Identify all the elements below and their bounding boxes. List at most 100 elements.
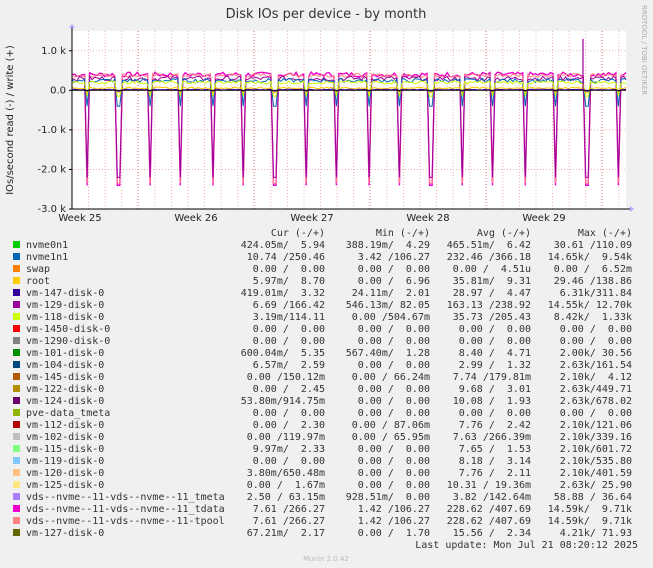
y-ticks: 1.0 k0.0-1.0 k-2.0 k-3.0 k: [38, 46, 72, 215]
legend-max: 2.10k/401.59: [560, 468, 632, 479]
y-axis-label: IOs/second read (-) / write (+): [5, 45, 16, 195]
legend-swatch: [13, 457, 20, 464]
legend-min: 1.42 /106.27: [358, 504, 430, 515]
legend-min: 1.42 /106.27: [358, 516, 430, 527]
legend-name: nvme0n1: [26, 240, 68, 251]
legend-cur: 5.97m/ 8.70: [253, 276, 325, 287]
legend-name: vm-129-disk-0: [26, 300, 104, 311]
legend-cur: 3.80m/650.48m: [247, 468, 325, 479]
legend-avg: 35.73 /205.43: [453, 312, 531, 323]
legend-row: vm-119-disk-0 0.00 / 0.00 0.00 / 0.00 8.18 …: [13, 456, 632, 467]
legend-name: vm-115-disk-0: [26, 444, 104, 455]
legend-min: 0.00 / 0.00: [358, 468, 430, 479]
legend-row: root 5.97m/ 8.70 0.00 / 6.96 35.81m/ 9.31 29…: [13, 276, 632, 287]
legend-avg: 7.76 / 2.11: [459, 468, 531, 479]
x-ticks: Week 25 Week 26 Week 27 Week 28 Week 29: [58, 213, 565, 224]
legend-avg: 9.68 / 3.01: [459, 384, 531, 395]
legend-cur: 0.00 / 2.45: [253, 384, 325, 395]
legend-row: vm-118-disk-0 3.19m/114.11 0.00 /504.67m 35…: [13, 312, 632, 323]
legend-min: 546.13m/ 82.05: [346, 300, 430, 311]
legend-avg: 7.76 / 2.42: [459, 420, 531, 431]
legend-avg: 163.13 /238.92: [447, 300, 531, 311]
legend-row: vm-102-disk-0 0.00 /119.97m 0.00 / 65.95m 7…: [13, 432, 632, 443]
legend-name: pve-data_tmeta: [26, 408, 110, 419]
col-cur: Cur (-/+): [271, 228, 325, 239]
legend-cur: 3.19m/114.11: [253, 312, 325, 323]
legend-swatch: [13, 301, 20, 308]
legend-max: 2.10k/ 4.12: [560, 372, 632, 383]
legend-max: 0.00 / 6.52m: [554, 264, 632, 275]
legend-swatch: [13, 265, 20, 272]
legend-row: vm-124-disk-0 53.80m/914.75m 0.00 / 0.00 10…: [13, 396, 632, 407]
legend-avg: 3.82 /142.64m: [453, 492, 531, 503]
legend-swatch: [13, 361, 20, 368]
legend-cur: 0.00 / 0.00: [253, 324, 325, 335]
legend-row: vm-120-disk-0 3.80m/650.48m 0.00 / 0.00 7.7…: [13, 468, 632, 479]
legend-max: 0.00 / 0.00: [560, 408, 632, 419]
legend-cur: 0.00 / 0.00: [253, 456, 325, 467]
legend-name: vm-122-disk-0: [26, 384, 104, 395]
legend-row: pve-data_tmeta 0.00 / 0.00 0.00 / 0.00 0.00…: [13, 408, 632, 419]
legend-avg: 7.63 /266.39m: [453, 432, 531, 443]
legend-swatch: [13, 277, 20, 284]
legend-avg: 7.65 / 1.53: [459, 444, 531, 455]
legend-name: vm-118-disk-0: [26, 312, 104, 323]
legend-name: vm-112-disk-0: [26, 420, 104, 431]
legend-min: 0.00 / 0.00: [358, 324, 430, 335]
plot-area: [72, 31, 626, 209]
legend-avg: 465.51m/ 6.42: [447, 240, 531, 251]
legend-cur: 0.00 /119.97m: [247, 432, 325, 443]
legend-name: root: [26, 276, 50, 287]
legend-avg: 8.18 / 3.14: [459, 456, 531, 467]
legend-cur: 7.61 /266.27: [253, 516, 325, 527]
legend-max: 2.63k/678.02: [560, 396, 632, 407]
legend-row: vm-129-disk-0 6.69 /166.42 546.13m/ 82.05 1…: [13, 300, 632, 311]
x-tick-label: Week 27: [290, 213, 333, 224]
legend-max: 2.10k/121.06: [560, 420, 632, 431]
legend-row: vm-104-disk-0 6.57m/ 2.59 0.00 / 0.00 2.99 …: [13, 360, 632, 371]
legend-min: 0.00 / 0.00: [358, 444, 430, 455]
legend-name: vm-102-disk-0: [26, 432, 104, 443]
legend-min: 0.00 /504.67m: [352, 312, 430, 323]
legend-max: 14.59k/ 9.71k: [548, 516, 632, 527]
legend-max: 58.88 / 36.64: [554, 492, 632, 503]
legend-name: vds--nvme--11-vds--nvme--11-tpool: [26, 516, 225, 527]
legend-avg: 0.00 / 0.00: [459, 324, 531, 335]
legend-min: 388.19m/ 4.29: [346, 240, 430, 251]
chart: Disk IOs per device - by month RRDTOOL /…: [5, 5, 648, 563]
legend-cur: 6.69 /166.42: [253, 300, 325, 311]
legend-cur: 6.57m/ 2.59: [253, 360, 325, 371]
footer: Munin 2.0.42: [303, 555, 349, 563]
legend-row: vm-1450-disk-0 0.00 / 0.00 0.00 / 0.00 0.00…: [13, 324, 632, 335]
legend-swatch: [13, 349, 20, 356]
legend-name: vm-1290-disk-0: [26, 336, 110, 347]
legend-name: vm-120-disk-0: [26, 468, 104, 479]
legend-cur: 600.04m/ 5.35: [241, 348, 325, 359]
col-min: Min (-/+): [376, 228, 430, 239]
legend-name: vds--nvme--11-vds--nvme--11_tmeta: [26, 492, 225, 503]
legend-min: 0.00 / 0.00: [358, 360, 430, 371]
legend-row: vds--nvme--11-vds--nvme--11-tpool 7.61 /2…: [13, 516, 632, 527]
legend-swatch: [13, 421, 20, 428]
legend-swatch: [13, 373, 20, 380]
legend-max: 2.10k/339.16: [560, 432, 632, 443]
legend-min: 24.11m/ 2.01: [352, 288, 430, 299]
legend-name: vm-104-disk-0: [26, 360, 104, 371]
legend-max: 8.42k/ 1.33k: [554, 312, 632, 323]
y-tick-label: -1.0 k: [38, 125, 67, 136]
legend-min: 928.51m/ 0.00: [346, 492, 430, 503]
legend-max: 2.00k/ 30.56: [560, 348, 632, 359]
legend-swatch: [13, 313, 20, 320]
legend-min: 0.00 / 6.96: [358, 276, 430, 287]
legend-swatch: [13, 325, 20, 332]
legend-avg: 0.00 / 0.00: [459, 408, 531, 419]
legend-cur: 7.61 /266.27: [253, 504, 325, 515]
legend-max: 4.21k/ 71.93: [560, 528, 632, 539]
legend-avg: 2.99 / 1.32: [459, 360, 531, 371]
legend-max: 2.10k/601.72: [560, 444, 632, 455]
legend-swatch: [13, 481, 20, 488]
legend-max: 30.61 /110.09: [554, 240, 632, 251]
legend-cur: 53.80m/914.75m: [241, 396, 325, 407]
legend-swatch: [13, 385, 20, 392]
legend-name: vds--nvme--11-vds--nvme--11_tdata: [26, 504, 225, 515]
